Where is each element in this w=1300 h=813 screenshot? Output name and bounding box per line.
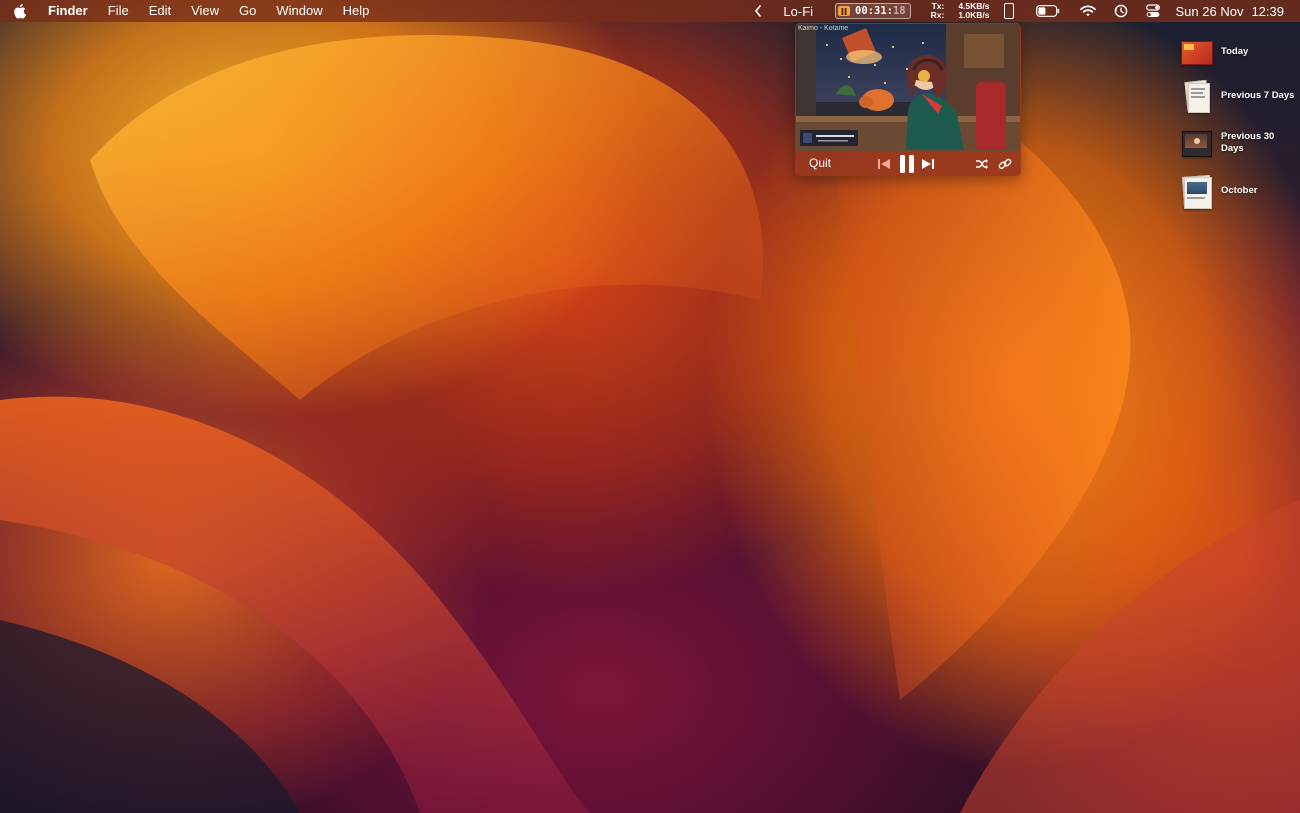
chevron-left-icon[interactable] [751,0,765,22]
rx-label: Rx: [930,10,945,20]
stack-previous-30-days-icon [1180,128,1212,158]
timer-main: 00:31: [855,5,893,17]
player-controls: Quit [795,152,1021,176]
video-title: Kaimo - Kotame [798,25,849,32]
lofi-girl-illustration [796,24,1020,151]
link-icon[interactable] [998,157,1012,176]
video-thumbnail[interactable]: Kaimo - Kotame [796,24,1020,151]
stack-previous-7-days-label: Previous 7 Days [1221,90,1295,101]
menu-window[interactable]: Window [266,0,332,22]
menu-help[interactable]: Help [333,0,380,22]
quit-button[interactable]: Quit [809,156,831,170]
timer-widget[interactable]: 00:31: 18 [835,3,911,19]
battery-icon[interactable] [1035,0,1060,22]
menu-go[interactable]: Go [229,0,266,22]
menu-edit[interactable]: Edit [139,0,181,22]
stack-previous-7-days-icon [1180,79,1212,113]
lofi-menu-item[interactable]: Lo-Fi [783,0,813,22]
phone-icon[interactable] [1003,0,1036,22]
control-center-icon[interactable] [1145,0,1160,22]
stack-previous-7-days[interactable]: Previous 7 Days [1180,78,1298,114]
time-machine-icon[interactable] [1114,0,1128,22]
stack-october-label: October [1221,185,1258,196]
stack-october[interactable]: October [1180,173,1298,209]
wifi-icon[interactable] [1079,0,1096,22]
stack-previous-30-days-label: Previous 30 Days [1221,131,1275,154]
network-monitor[interactable]: Tx: Rx: 4.5KB/s 1.0KB/s [931,0,990,22]
menu-time[interactable]: 12:39 [1251,0,1284,22]
stack-today-label: Today [1221,46,1249,57]
stack-previous-30-days[interactable]: Previous 30 Days [1180,125,1298,161]
apple-logo-icon[interactable] [0,0,40,22]
lofi-player-popover: Kaimo - Kotame Quit [795,23,1021,176]
timer-seconds: 18 [892,5,906,17]
stack-today[interactable]: Today [1180,34,1298,70]
menu-date[interactable]: Sun 26 Nov [1176,0,1244,22]
menu-bar: Finder File Edit View Go Window Help Lo-… [0,0,1300,22]
menu-file[interactable]: File [98,0,139,22]
desktop-wallpaper [0,0,1300,813]
menu-app-finder[interactable]: Finder [40,0,98,22]
stack-today-icon [1180,37,1213,67]
menu-view[interactable]: View [181,0,229,22]
wallpaper-petals [0,35,1300,813]
shuffle-icon[interactable] [975,157,989,175]
pause-indicator-icon [838,6,851,16]
previous-track-icon[interactable] [877,157,891,175]
stack-october-icon [1180,175,1213,209]
pause-icon[interactable] [899,154,915,176]
rx-value: 1.0KB/s [958,10,990,20]
next-track-icon[interactable] [921,157,935,175]
